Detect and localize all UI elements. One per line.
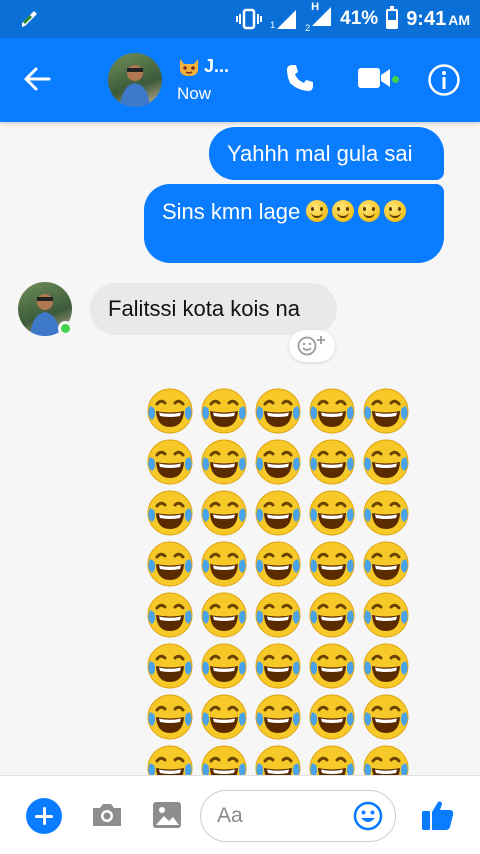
input-placeholder: Aa (217, 804, 243, 827)
add-reaction-button[interactable] (289, 330, 335, 362)
phone-icon[interactable] (284, 62, 316, 94)
emoji-icon[interactable] (352, 800, 384, 832)
incoming-message[interactable]: Falitssi kota kois na (90, 283, 337, 335)
message-text: Yahhh mal gula sai (227, 140, 413, 166)
tears-of-joy-icon (305, 487, 359, 538)
camera-icon[interactable] (90, 801, 124, 829)
tears-of-joy-icon (197, 538, 251, 589)
outgoing-message[interactable]: Sins kmn lage (144, 184, 444, 263)
emoji-sticker-message[interactable] (143, 385, 415, 793)
tears-of-joy-icon (251, 589, 305, 640)
message-text: Sins kmn lage (162, 199, 301, 224)
tears-of-joy-icon (143, 436, 197, 487)
smile-group (306, 199, 410, 224)
tears-of-joy-icon (143, 385, 197, 436)
tears-of-joy-icon (305, 538, 359, 589)
contact-active-status: Now (177, 84, 212, 103)
video-online-dot (391, 75, 400, 84)
tears-of-joy-icon (359, 487, 413, 538)
slightly-smiling-face-icon (384, 200, 407, 222)
tears-of-joy-icon (305, 589, 359, 640)
cat-face-icon (180, 58, 198, 76)
signal-icon (277, 10, 297, 29)
tears-of-joy-icon (251, 640, 305, 691)
slightly-smiling-face-icon (358, 200, 381, 222)
tears-of-joy-icon (143, 487, 197, 538)
info-icon[interactable] (427, 63, 461, 97)
tears-of-joy-icon (251, 385, 305, 436)
signal-sim1: 1 (270, 8, 297, 30)
message-text: Falitssi kota kois na (108, 296, 300, 321)
tears-of-joy-icon (197, 487, 251, 538)
image-icon[interactable] (152, 800, 182, 830)
tears-of-joy-icon (359, 538, 413, 589)
tears-of-joy-icon (143, 589, 197, 640)
tears-of-joy-icon (305, 436, 359, 487)
tears-of-joy-icon (359, 691, 413, 742)
clock: 9:41 AM (406, 7, 470, 30)
outgoing-message[interactable]: Yahhh mal gula sai (209, 127, 444, 180)
tears-of-joy-icon (251, 538, 305, 589)
slightly-smiling-face-icon (332, 200, 355, 222)
tears-of-joy-icon (197, 589, 251, 640)
back-arrow-icon[interactable] (22, 64, 52, 94)
thumbs-up-icon[interactable] (421, 798, 455, 832)
conversation-header: J... Now (0, 38, 480, 122)
video-camera-icon[interactable] (357, 66, 391, 90)
pen-icon (22, 11, 37, 27)
tears-of-joy-icon (359, 640, 413, 691)
tears-of-joy-icon (359, 589, 413, 640)
network-type: H (311, 1, 320, 13)
signal-sim2: 2 H (305, 1, 332, 33)
battery-icon (386, 6, 399, 29)
tears-of-joy-icon (305, 385, 359, 436)
tears-of-joy-icon (251, 487, 305, 538)
tears-of-joy-icon (197, 385, 251, 436)
tears-of-joy-icon (359, 436, 413, 487)
contact-name-text: J... (204, 56, 230, 76)
online-indicator (58, 321, 73, 336)
tears-of-joy-icon (143, 691, 197, 742)
tears-of-joy-icon (143, 640, 197, 691)
tears-of-joy-icon (197, 436, 251, 487)
tears-of-joy-icon (305, 691, 359, 742)
contact-name[interactable]: J... (178, 56, 229, 77)
tears-of-joy-icon (251, 691, 305, 742)
tears-of-joy-icon (143, 538, 197, 589)
plus-icon[interactable] (26, 798, 62, 834)
contact-avatar[interactable] (108, 53, 162, 107)
tears-of-joy-icon (197, 691, 251, 742)
status-bar: 1 2 H 41% 9:41 AM (0, 0, 480, 38)
add-reaction-icon (297, 336, 325, 356)
tears-of-joy-icon (359, 385, 413, 436)
tears-of-joy-icon (251, 436, 305, 487)
message-composer: Aa (0, 775, 480, 854)
tears-of-joy-icon (305, 640, 359, 691)
battery-percent: 41% (340, 8, 379, 29)
tears-of-joy-icon (197, 640, 251, 691)
contact-avatar-small[interactable] (18, 282, 73, 336)
slightly-smiling-face-icon (306, 200, 329, 222)
status-right-group: 1 2 H 41% 9:41 AM (236, 0, 470, 38)
vibrate-icon (236, 8, 263, 30)
message-input[interactable]: Aa (200, 790, 396, 842)
